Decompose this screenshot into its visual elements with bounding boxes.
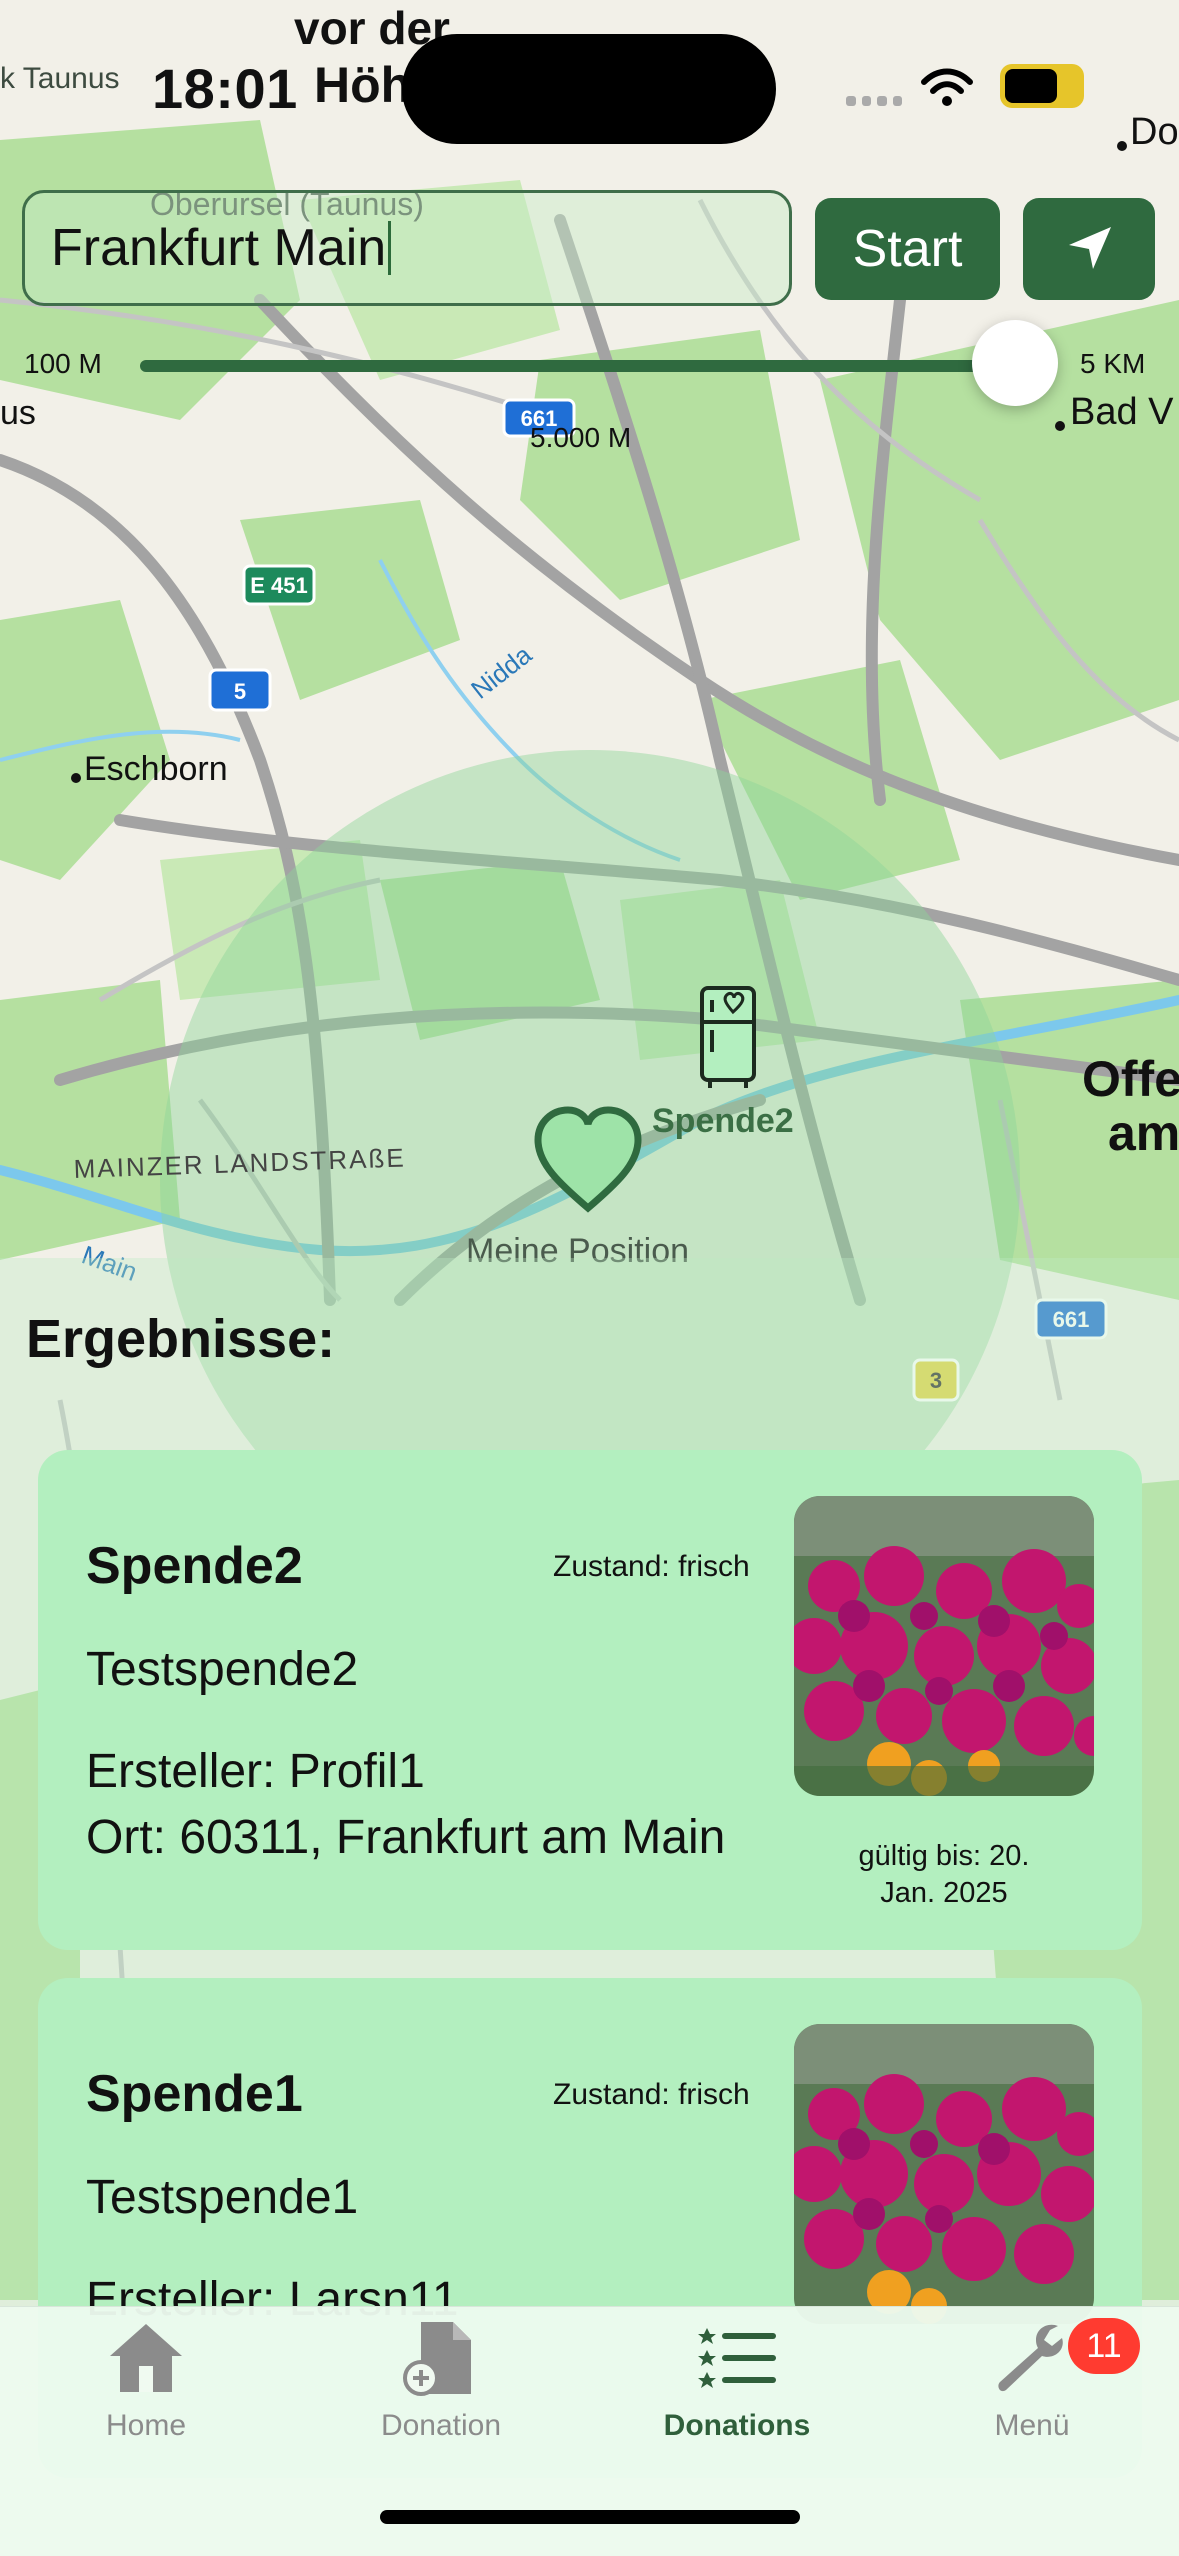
search-input[interactable]: Frankfurt Main [22, 190, 792, 306]
tab-donations[interactable]: Donations [617, 2320, 857, 2443]
radius-slider-track[interactable] [140, 360, 1020, 372]
list-icon [698, 2328, 776, 2388]
card-condition: Zustand: frisch [553, 1550, 750, 1583]
tab-label: Donations [663, 2409, 811, 2442]
map-label-do: Do [1130, 111, 1179, 153]
svg-text:5: 5 [234, 679, 246, 704]
battery-icon [1000, 64, 1084, 108]
document-add-icon [403, 2322, 471, 2396]
tab-label: Menü [994, 2409, 1070, 2442]
card-creator: Ersteller: Profil1 [86, 1745, 425, 1798]
status-time: 18:01 [152, 57, 298, 120]
map-label-hoeh: Höh [314, 57, 411, 113]
map-label-taunus: k Taunus [0, 62, 120, 95]
map-label-am: am [1108, 1105, 1179, 1161]
valid-line-1: gültig bis: 20. [858, 1840, 1030, 1872]
slider-value-label: 5.000 M [530, 422, 632, 453]
svg-text:E 451: E 451 [250, 573, 308, 598]
tab-home[interactable]: Home [26, 2320, 266, 2443]
tab-label: Donation [380, 2409, 502, 2442]
house-icon [110, 2324, 182, 2392]
map-label-eschborn: Eschborn [84, 750, 228, 788]
card-title: Spende1 [86, 2065, 303, 2123]
home-indicator[interactable] [380, 2510, 800, 2524]
tab-donation[interactable]: Donation [321, 2320, 561, 2443]
card-title: Spende2 [86, 1537, 303, 1595]
wrench-icon [998, 2324, 1063, 2392]
card-description: Testspende2 [86, 1643, 359, 1696]
card-description: Testspende1 [86, 2171, 359, 2224]
search-input-value: Frankfurt Main [51, 219, 387, 277]
donation-card[interactable]: Spende2 Zustand: frisch Testspende2 Erst… [38, 1450, 1142, 1950]
location-arrow-icon [1069, 227, 1111, 269]
valid-line-2: Jan. 2025 [880, 1877, 1008, 1909]
locate-button[interactable] [1023, 198, 1155, 300]
fridge-icon[interactable] [700, 986, 756, 1088]
tab-label: Home [105, 2409, 187, 2442]
results-title: Ergebnisse: [26, 1309, 336, 1369]
start-button[interactable]: Start [815, 198, 1000, 300]
radius-slider-thumb[interactable] [972, 320, 1058, 406]
card-location: Ort: 60311, Frankfurt am Main [86, 1811, 726, 1864]
slider-max-label: 5 KM [1080, 348, 1146, 379]
text-caret [388, 221, 392, 275]
wifi-icon [921, 68, 973, 106]
card-valid-until: gültig bis: 20. Jan. 2025 [794, 1838, 1094, 1912]
donation-photo [794, 2024, 1094, 2324]
map-label-us: us [0, 394, 36, 432]
map-label-bad-v: Bad V [1070, 391, 1174, 433]
map-label-offe: Offe [1082, 1051, 1179, 1107]
donation-pin-label: Spende2 [652, 1102, 794, 1140]
card-condition: Zustand: frisch [553, 2078, 750, 2111]
donation-photo [794, 1496, 1094, 1796]
dynamic-island [402, 34, 776, 144]
slider-min-label: 100 M [24, 348, 102, 379]
cellular-icon [846, 96, 902, 106]
notification-badge: 11 [1068, 2318, 1140, 2374]
